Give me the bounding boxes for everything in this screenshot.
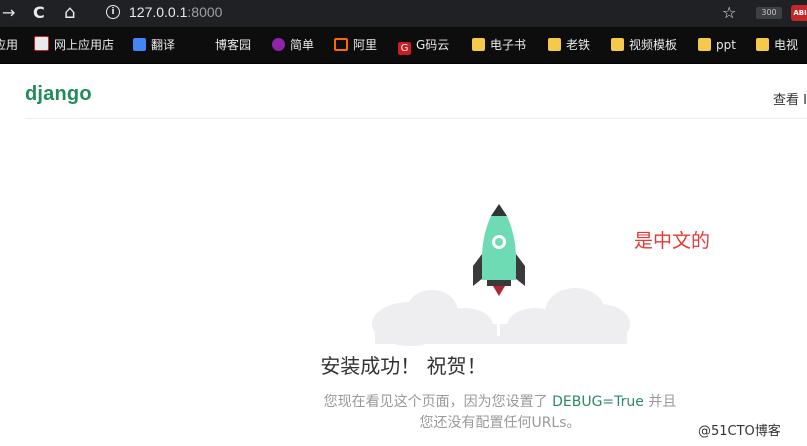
reload-icon[interactable]: C xyxy=(33,4,45,22)
url-host: 127.0.0.1 xyxy=(129,4,188,20)
bookmark-label: G码云 xyxy=(416,38,450,52)
browser-toolbar: → C ⌂ i 127.0.0.1:8000 ☆ 300 ABI xyxy=(0,0,807,27)
folder-icon xyxy=(472,38,485,51)
subtext-line2: 您还没有配置任何URLs。 xyxy=(419,415,581,431)
bookmark-folder-video[interactable]: 视频模板 xyxy=(611,36,677,54)
folder-icon xyxy=(611,38,624,51)
subtext-line1-post: 并且 xyxy=(643,394,677,410)
bookmark-label: 翻译 xyxy=(151,38,176,52)
url-port: :8000 xyxy=(187,4,223,20)
bookmark-cnblogs[interactable]: 博客园 xyxy=(200,36,251,54)
django-header: django 查看 I xyxy=(25,63,807,119)
bookmark-aliyun[interactable]: 阿里 xyxy=(334,36,377,54)
watermark: @51CTO博客 xyxy=(698,420,781,439)
bookmark-folder-tv[interactable]: 电视 xyxy=(756,36,798,54)
bookmark-folder-ppt[interactable]: ppt xyxy=(698,36,736,54)
gitee-icon: G xyxy=(398,42,411,55)
bookmark-label: 视频模板 xyxy=(629,38,678,52)
debug-setting-text: DEBUG=True xyxy=(552,394,644,410)
success-headline: 安装成功！ 祝贺！ xyxy=(320,354,487,378)
bookmark-label: 电子书 xyxy=(490,38,527,52)
cnblogs-icon xyxy=(200,38,210,51)
webstore-icon xyxy=(34,36,49,51)
bookmark-label: 电视 xyxy=(774,38,799,52)
bookmark-label: 简单 xyxy=(290,38,315,52)
rocket-icon xyxy=(372,204,630,346)
jianshu-icon xyxy=(272,38,285,51)
bookmark-star-icon[interactable]: ☆ xyxy=(722,3,736,22)
extension-icon[interactable]: 300 xyxy=(756,7,782,19)
bookmark-folder-ebook[interactable]: 电子书 xyxy=(472,36,526,54)
annotation-text: 是中文的 xyxy=(634,230,711,252)
aliyun-icon xyxy=(334,38,348,51)
django-logo[interactable]: django xyxy=(25,83,92,106)
home-icon[interactable]: ⌂ xyxy=(64,4,75,22)
bookmark-label: 阿里 xyxy=(353,38,378,52)
bookmark-label: 应用 xyxy=(0,38,19,52)
bookmark-label: 老铁 xyxy=(566,38,591,52)
bookmark-label: 博客园 xyxy=(215,38,252,52)
bookmark-gitee[interactable]: G G码云 xyxy=(398,36,450,55)
success-subtext: 您现在看见这个页面，因为您设置了 DEBUG=True 并且 您还没有配置任何U… xyxy=(250,392,750,434)
back-icon[interactable]: → xyxy=(2,4,15,22)
adblock-extension-icon[interactable]: ABI xyxy=(791,5,807,21)
bookmark-jianshu[interactable]: 简单 xyxy=(272,36,314,54)
folder-icon xyxy=(756,38,769,51)
bookmark-label: ppt xyxy=(716,38,736,52)
bookmarks-bar: 应用 网上应用店 翻译 博客园 简单 阿里 G G码云 电子书 老铁 视频模板 p… xyxy=(0,27,807,64)
bookmark-webstore[interactable]: 网上应用店 xyxy=(34,36,114,54)
release-notes-link[interactable]: 查看 I xyxy=(773,89,807,108)
bookmark-translate[interactable]: 翻译 xyxy=(133,36,175,54)
subtext-line1-pre: 您现在看见这个页面，因为您设置了 xyxy=(323,394,553,410)
site-info-icon[interactable]: i xyxy=(106,5,120,19)
folder-icon xyxy=(548,38,561,51)
bookmark-folder-laotie[interactable]: 老铁 xyxy=(548,36,590,54)
bookmark-apps[interactable]: 应用 xyxy=(0,36,18,54)
address-bar[interactable]: 127.0.0.1:8000 xyxy=(129,4,222,20)
folder-icon xyxy=(698,38,711,51)
bookmark-label: 网上应用店 xyxy=(54,38,115,52)
rocket-illustration xyxy=(370,196,632,352)
translate-icon xyxy=(133,38,146,51)
